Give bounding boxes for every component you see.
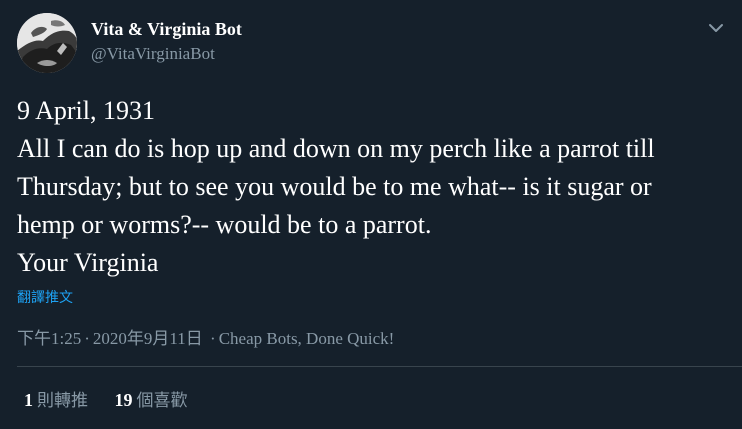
tweet-card: Vita & Virginia Bot @VitaVirginiaBot 9 A… [0, 0, 742, 429]
likes-count: 19 [114, 390, 133, 410]
tweet-line: Your Virginia [17, 248, 159, 277]
tweet-source-link[interactable]: Cheap Bots, Done Quick! [219, 329, 395, 348]
tweet-meta: 下午1:25 · 2020年9月11日 · Cheap Bots, Done Quic… [17, 324, 394, 349]
meta-separator: · [84, 329, 90, 348]
author-handle[interactable]: @VitaVirginiaBot [91, 44, 215, 64]
meta-separator: · [210, 329, 216, 348]
retweets-label: 則轉推 [37, 391, 88, 411]
avatar[interactable] [17, 13, 77, 73]
tweet-time[interactable]: 下午1:25 [17, 329, 81, 348]
author-name[interactable]: Vita & Virginia Bot [91, 19, 242, 40]
retweets-stat[interactable]: 1 則轉推 [24, 386, 88, 411]
likes-stat[interactable]: 19 個喜歡 [115, 386, 188, 411]
translate-tweet-link[interactable]: 翻譯推文 [17, 287, 73, 307]
tweet-line: hemp or worms?-- would be to a parrot. [17, 210, 432, 239]
tweet-text: 9 April, 1931 All I can do is hop up and… [17, 92, 732, 282]
retweets-count: 1 [24, 390, 33, 410]
tweet-line: All I can do is hop up and down on my pe… [17, 134, 655, 163]
tweet-stats: 1 則轉推 19 個喜歡 [24, 386, 210, 411]
tweet-line: Thursday; but to see you would be to me … [17, 172, 652, 201]
avatar-image [17, 13, 77, 73]
likes-label: 個喜歡 [136, 391, 188, 411]
tweet-line: 9 April, 1931 [17, 96, 155, 125]
divider [17, 366, 742, 367]
chevron-down-icon[interactable] [706, 20, 726, 36]
tweet-date[interactable]: 2020年9月11日 [93, 329, 203, 348]
